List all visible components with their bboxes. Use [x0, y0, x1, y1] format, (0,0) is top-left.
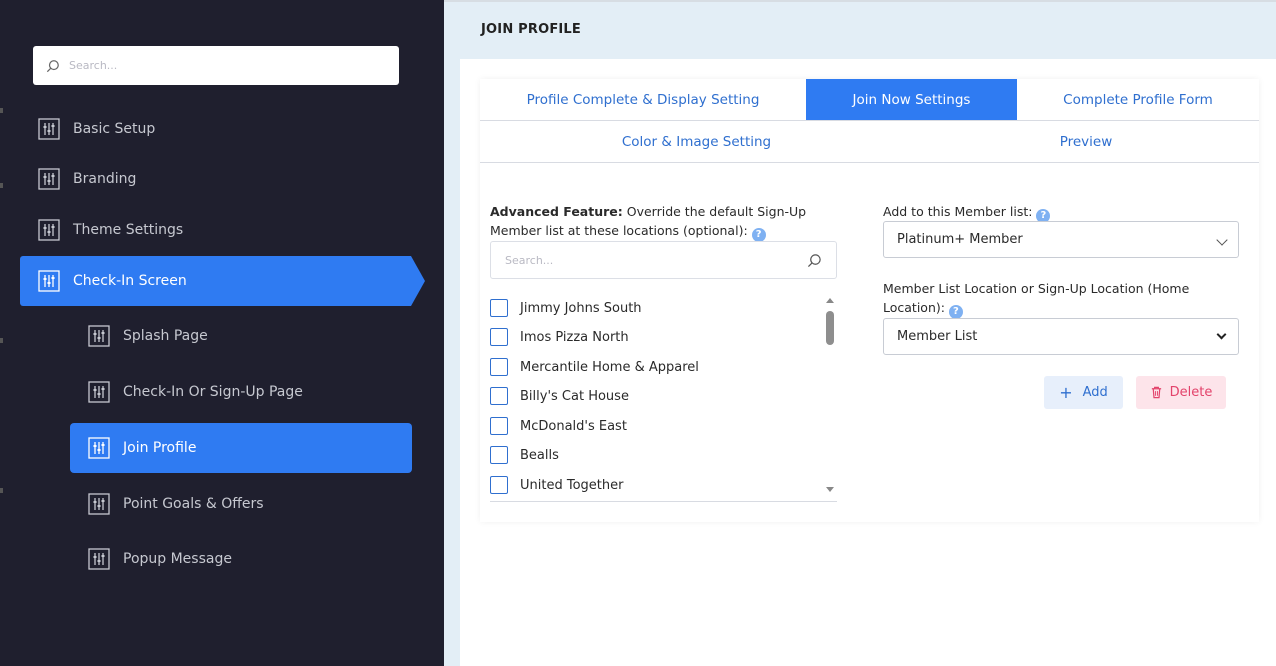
chevron-down-icon	[1216, 234, 1228, 246]
tab-complete-profile-form[interactable]: Complete Profile Form	[1017, 79, 1259, 120]
list-item[interactable]: Bealls	[490, 445, 559, 465]
tab-preview[interactable]: Preview	[913, 121, 1259, 162]
sidebar-item-label: Basic Setup	[73, 121, 156, 137]
sliders-icon	[88, 437, 110, 459]
sidebar-item-label: Check-In Or Sign-Up Page	[123, 384, 303, 400]
add-button[interactable]: + Add	[1044, 376, 1123, 409]
location-name: Imos Pizza North	[520, 329, 629, 345]
sliders-icon	[38, 168, 60, 190]
sidebar-item-label: Theme Settings	[73, 222, 184, 238]
help-icon[interactable]: ?	[948, 305, 963, 319]
tab-color-image-setting[interactable]: Color & Image Setting	[480, 121, 913, 162]
scrollbar-thumb[interactable]	[826, 311, 834, 345]
location-checkbox[interactable]	[490, 358, 508, 376]
scroll-down-icon[interactable]	[826, 487, 834, 492]
search-icon	[807, 253, 821, 267]
list-item[interactable]: Jimmy Johns South	[490, 298, 642, 318]
location-checkbox[interactable]	[490, 446, 508, 464]
tab-profile-complete-display[interactable]: Profile Complete & Display Setting	[480, 79, 806, 120]
sidebar-item-join-profile[interactable]: Join Profile	[70, 423, 412, 473]
location-label-text: Member List Location or Sign-Up Location…	[883, 281, 1190, 315]
sidebar-item-label: Check-In Screen	[73, 273, 187, 289]
location-checkbox[interactable]	[490, 328, 508, 346]
left-strip	[444, 59, 460, 666]
sidebar-item-label: Join Profile	[123, 440, 197, 456]
edge-mark	[0, 338, 3, 343]
location-name: Bealls	[520, 447, 559, 463]
edge-mark	[0, 183, 3, 188]
sidebar-item-label: Popup Message	[123, 551, 232, 567]
sliders-icon	[38, 118, 60, 140]
sidebar-item-point-goals-offers[interactable]: Point Goals & Offers	[88, 479, 388, 529]
sliders-icon	[88, 325, 110, 347]
list-item[interactable]: McDonald's East	[490, 416, 627, 436]
page-title: JOIN PROFILE	[481, 22, 582, 37]
member-list-label: Add to this Member list: ?	[883, 202, 1051, 223]
sidebar-item-check-in-or-sign-up-page[interactable]: Check-In Or Sign-Up Page	[88, 367, 388, 417]
location-list: Jimmy Johns South Imos Pizza North Merca…	[490, 293, 837, 502]
location-search[interactable]	[490, 241, 837, 279]
sidebar-item-branding[interactable]: Branding	[38, 154, 398, 204]
sidebar: Basic Setup Branding Theme Settings Chec…	[0, 0, 444, 666]
list-item[interactable]: Imos Pizza North	[490, 327, 629, 347]
sidebar-item-label: Point Goals & Offers	[123, 496, 264, 512]
advanced-feature-heading: Advanced Feature:	[490, 204, 623, 219]
tab-join-now-settings[interactable]: Join Now Settings	[806, 79, 1017, 120]
edge-mark	[0, 108, 3, 113]
member-list-label-text: Add to this Member list:	[883, 204, 1033, 219]
location-name: United Together	[520, 477, 624, 493]
add-button-label: Add	[1082, 385, 1108, 400]
list-item[interactable]: Billy's Cat House	[490, 386, 629, 406]
location-name: Billy's Cat House	[520, 388, 629, 404]
list-item[interactable]: United Together	[490, 475, 623, 495]
location-checkbox[interactable]	[490, 417, 508, 435]
scroll-up-icon[interactable]	[826, 298, 834, 303]
location-search-input[interactable]	[505, 253, 795, 267]
sidebar-item-label: Splash Page	[123, 328, 208, 344]
sidebar-search[interactable]	[33, 46, 399, 85]
list-item[interactable]: Mercantile Home & Apparel	[490, 357, 699, 377]
settings-card: Profile Complete & Display Setting Join …	[480, 79, 1259, 522]
sliders-icon	[88, 548, 110, 570]
member-list-select[interactable]: Platinum+ Member	[883, 221, 1239, 258]
trash-icon	[1151, 386, 1161, 399]
sliders-icon	[88, 381, 110, 403]
sliders-icon	[88, 493, 110, 515]
help-icon[interactable]: ?	[751, 228, 766, 242]
location-label: Member List Location or Sign-Up Location…	[883, 279, 1223, 319]
sidebar-search-input[interactable]	[69, 59, 369, 72]
sidebar-item-popup-message[interactable]: Popup Message	[88, 534, 388, 584]
page-header: JOIN PROFILE	[444, 2, 1276, 59]
delete-button[interactable]: Delete	[1136, 376, 1226, 409]
location-selected: Member List	[897, 329, 978, 344]
sidebar-item-check-in-screen[interactable]: Check-In Screen	[20, 256, 411, 306]
sliders-icon	[38, 270, 60, 292]
location-checkbox[interactable]	[490, 476, 508, 494]
sliders-icon	[38, 219, 60, 241]
search-icon	[46, 59, 59, 72]
member-list-selected: Platinum+ Member	[897, 232, 1023, 247]
sidebar-item-basic-setup[interactable]: Basic Setup	[38, 104, 398, 154]
edge-mark	[0, 488, 3, 493]
location-checkbox[interactable]	[490, 299, 508, 317]
sidebar-item-theme-settings[interactable]: Theme Settings	[38, 205, 398, 255]
advanced-feature-text: Advanced Feature: Override the default S…	[490, 202, 830, 242]
sidebar-item-label: Branding	[73, 171, 137, 187]
plus-icon: +	[1059, 383, 1073, 402]
main-content: JOIN PROFILE Profile Complete & Display …	[444, 0, 1276, 666]
chevron-down-icon	[1216, 329, 1227, 340]
location-name: Mercantile Home & Apparel	[520, 359, 699, 375]
location-select[interactable]: Member List	[883, 318, 1239, 355]
delete-button-label: Delete	[1169, 385, 1213, 400]
active-arrow	[411, 256, 425, 306]
location-name: Jimmy Johns South	[520, 300, 642, 316]
location-list-scrollbar[interactable]	[823, 293, 837, 498]
location-checkbox[interactable]	[490, 387, 508, 405]
sidebar-item-splash-page[interactable]: Splash Page	[88, 311, 388, 361]
tab-divider-line	[480, 162, 1259, 163]
location-name: McDonald's East	[520, 418, 627, 434]
